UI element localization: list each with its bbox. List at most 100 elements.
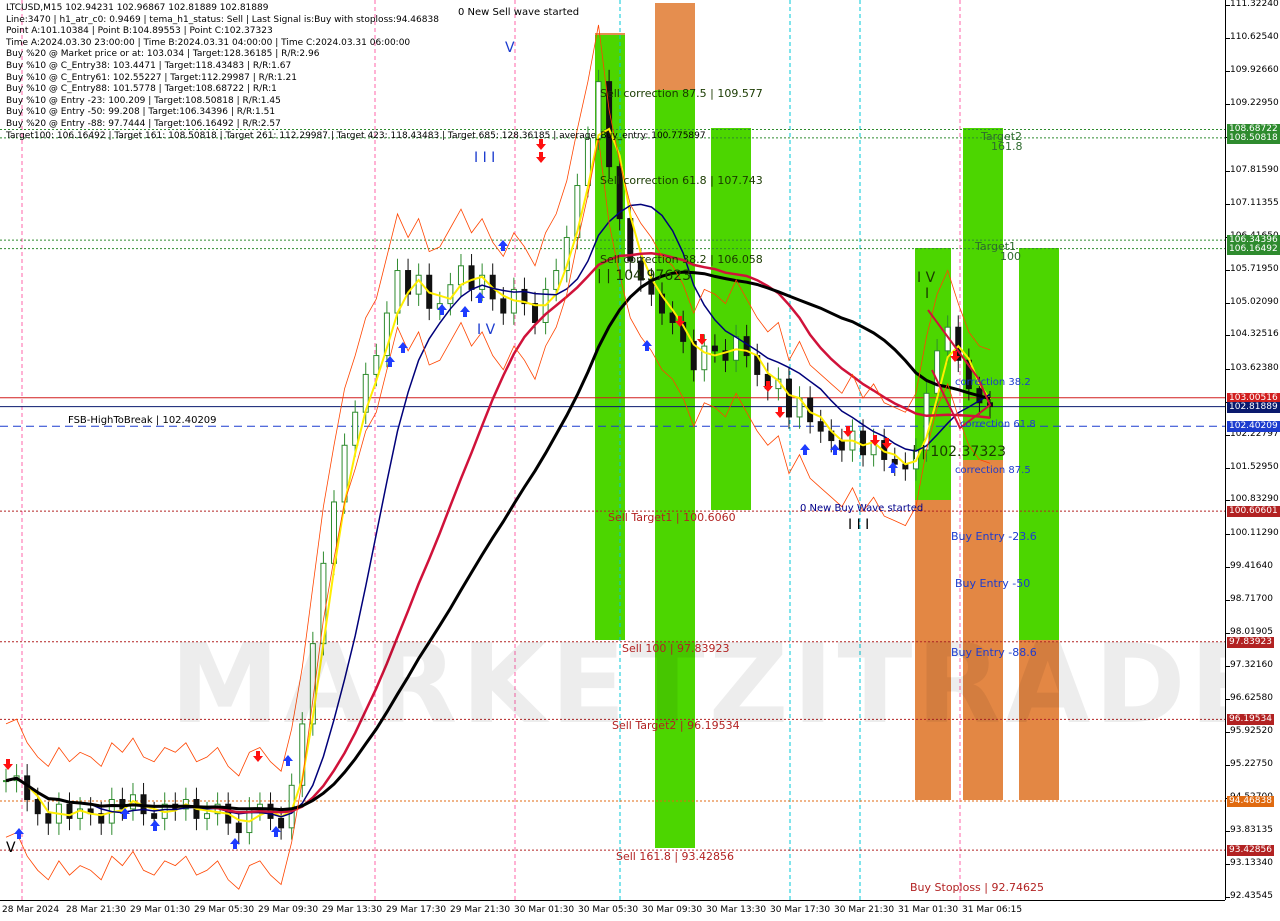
price-tick-label: 97.32160 — [1230, 660, 1273, 671]
sell-arrow-icon-shape — [775, 407, 785, 418]
price-tick-label: 105.71950 — [1230, 263, 1279, 274]
info-line: Buy %10 @ C_Entry38: 103.4471 | Target:1… — [6, 60, 292, 71]
candle-body — [447, 284, 454, 305]
chart-plot-area[interactable]: MARKETZITRADE LTCUSD,M15 102.94231 102.9… — [0, 0, 1225, 900]
time-tick-label: 28 Mar 21:30 — [66, 905, 127, 915]
candle-body — [553, 270, 560, 290]
buy-arrow-icon — [150, 820, 160, 831]
price-level-tag: 93.42856 — [1227, 845, 1274, 857]
correction-618-label: correction 61.8 — [960, 419, 1036, 430]
target1-ratio-label: 100 — [1000, 250, 1021, 263]
candle-body — [34, 798, 41, 815]
candle-body — [66, 803, 73, 819]
price-level-tag: 102.81889 — [1227, 401, 1280, 413]
candle-body — [500, 298, 507, 314]
buy-arrow-icon-shape — [800, 444, 810, 455]
sell-arrow-icon — [253, 751, 263, 762]
time-tick-label: 29 Mar 21:30 — [450, 905, 511, 915]
wave-v-low-label: V — [6, 840, 16, 856]
candle-body — [394, 270, 401, 314]
point-b-label: | | 104.97623 — [597, 268, 692, 284]
price-tick-label: 104.32516 — [1230, 329, 1279, 340]
wave-iii-label: I I I — [474, 150, 496, 166]
candle-body — [860, 430, 867, 456]
time-tick-label: 30 Mar 17:30 — [770, 905, 831, 915]
time-axis[interactable]: 28 Mar 2024 28 Mar 21:30 29 Mar 01:30 29 Ma… — [0, 900, 1225, 921]
price-tick-label: 109.92660 — [1230, 64, 1279, 75]
sell-arrow-icon-shape — [3, 759, 13, 770]
time-tick-label: 29 Mar 09:30 — [258, 905, 319, 915]
price-level-tag: 94.46838 — [1227, 795, 1274, 807]
candle-body — [701, 345, 708, 371]
sell-target2-label: Sell Target2 | 96.19534 — [612, 719, 740, 732]
candle-body — [373, 355, 380, 375]
time-tick-label: 30 Mar 05:30 — [578, 905, 639, 915]
wave-iv2-label: I V — [917, 270, 936, 286]
sell-100-label: Sell 100 | 97.83923 — [622, 642, 730, 655]
candle-body — [669, 312, 676, 323]
wave-i-label: I — [925, 286, 930, 302]
candle-body — [532, 303, 539, 323]
time-tick-label: 29 Mar 05:30 — [194, 905, 255, 915]
candle-body — [785, 378, 792, 418]
price-tick-label: 95.92520 — [1230, 726, 1273, 737]
price-tick-label: 100.83290 — [1230, 494, 1279, 505]
buy-entry-886-label: Buy Entry -88.6 — [951, 646, 1037, 659]
candle-body — [278, 817, 285, 829]
time-tick-label: 31 Mar 06:15 — [962, 905, 1023, 915]
info-line: Buy %10 @ Entry -50: 99.208 | Target:106… — [6, 107, 276, 118]
candle-body — [468, 265, 475, 290]
price-tick-label: 107.81590 — [1230, 164, 1279, 175]
price-level-tag: 100.60601 — [1227, 506, 1280, 518]
time-tick-label: 29 Mar 13:30 — [322, 905, 383, 915]
price-tick-label: 100.11290 — [1230, 528, 1279, 539]
sell-arrow-icon-shape — [253, 751, 263, 762]
sell-correction-618-label: Sell correction 61.8 | 107.743 — [600, 174, 763, 187]
wave-iii-low-label: I I I — [848, 517, 870, 533]
wave-iv-label: I V — [477, 322, 496, 338]
buy-arrow-icon-shape — [150, 820, 160, 831]
price-tick-label: 103.62380 — [1230, 362, 1279, 373]
price-level-tag: 96.19534 — [1227, 714, 1274, 726]
buy-stoploss-label: Buy Stoploss | 92.74625 — [910, 881, 1044, 894]
price-level-tag: 106.16492 — [1227, 243, 1280, 255]
candle-body — [817, 421, 824, 432]
buy-arrow-icon-shape — [475, 292, 485, 303]
price-level-tag: 97.83923 — [1227, 636, 1274, 648]
buy-entry-50-label: Buy Entry -50 — [955, 577, 1031, 590]
buy-arrow-icon — [460, 306, 470, 317]
sell-arrow-icon-shape — [697, 334, 707, 345]
candle-body — [743, 336, 750, 357]
price-tick-label: 96.62580 — [1230, 693, 1273, 704]
info-panel: LTCUSD,M15 102.94231 102.96867 102.81889… — [6, 3, 706, 142]
sell-arrow-icon — [536, 152, 546, 163]
target2-ratio-label: 161.8 — [991, 140, 1023, 153]
sell-wave-label: 0 New Sell wave started — [458, 7, 580, 18]
price-axis[interactable]: 111.32240 110.62540 109.92660 109.22950 108.… — [1225, 0, 1280, 901]
correction-875-label: correction 87.5 — [955, 465, 1031, 476]
price-tick-label: 111.32240 — [1230, 0, 1279, 9]
candle-body — [711, 345, 718, 352]
time-tick-label: 31 Mar 01:30 — [898, 905, 959, 915]
candle-body — [352, 411, 359, 446]
price-tick-label: 93.13340 — [1230, 858, 1273, 869]
candle-body — [45, 813, 52, 824]
price-tick-label: 95.22750 — [1230, 759, 1273, 770]
time-tick-label: 30 Mar 01:30 — [514, 905, 575, 915]
price-level-tag: 108.50818 — [1227, 132, 1280, 144]
sell-arrow-icon — [775, 407, 785, 418]
info-line: LTCUSD,M15 102.94231 102.96867 102.81889… — [6, 3, 269, 13]
info-line: Time A:2024.03.30 23:00:00 | Time B:2024… — [6, 37, 411, 48]
price-tick-label: 110.62540 — [1230, 31, 1279, 42]
info-line: Buy %20 @ Market price or at: 103.034 | … — [6, 49, 320, 60]
correction-382-label: correction 38.2 — [955, 377, 1031, 388]
info-line: Buy %20 @ Entry -88: 97.7444 | Target:10… — [6, 118, 281, 129]
sell-arrow-icon — [3, 759, 13, 770]
sell-arrow-icon-shape — [536, 152, 546, 163]
buy-entry-236-label: Buy Entry -23.6 — [951, 530, 1037, 543]
candle-body — [934, 350, 941, 394]
time-tick-label: 30 Mar 09:30 — [642, 905, 703, 915]
price-tick-label: 99.41640 — [1230, 561, 1273, 572]
candle-body — [838, 440, 845, 451]
price-tick-label: 92.43545 — [1230, 891, 1273, 901]
